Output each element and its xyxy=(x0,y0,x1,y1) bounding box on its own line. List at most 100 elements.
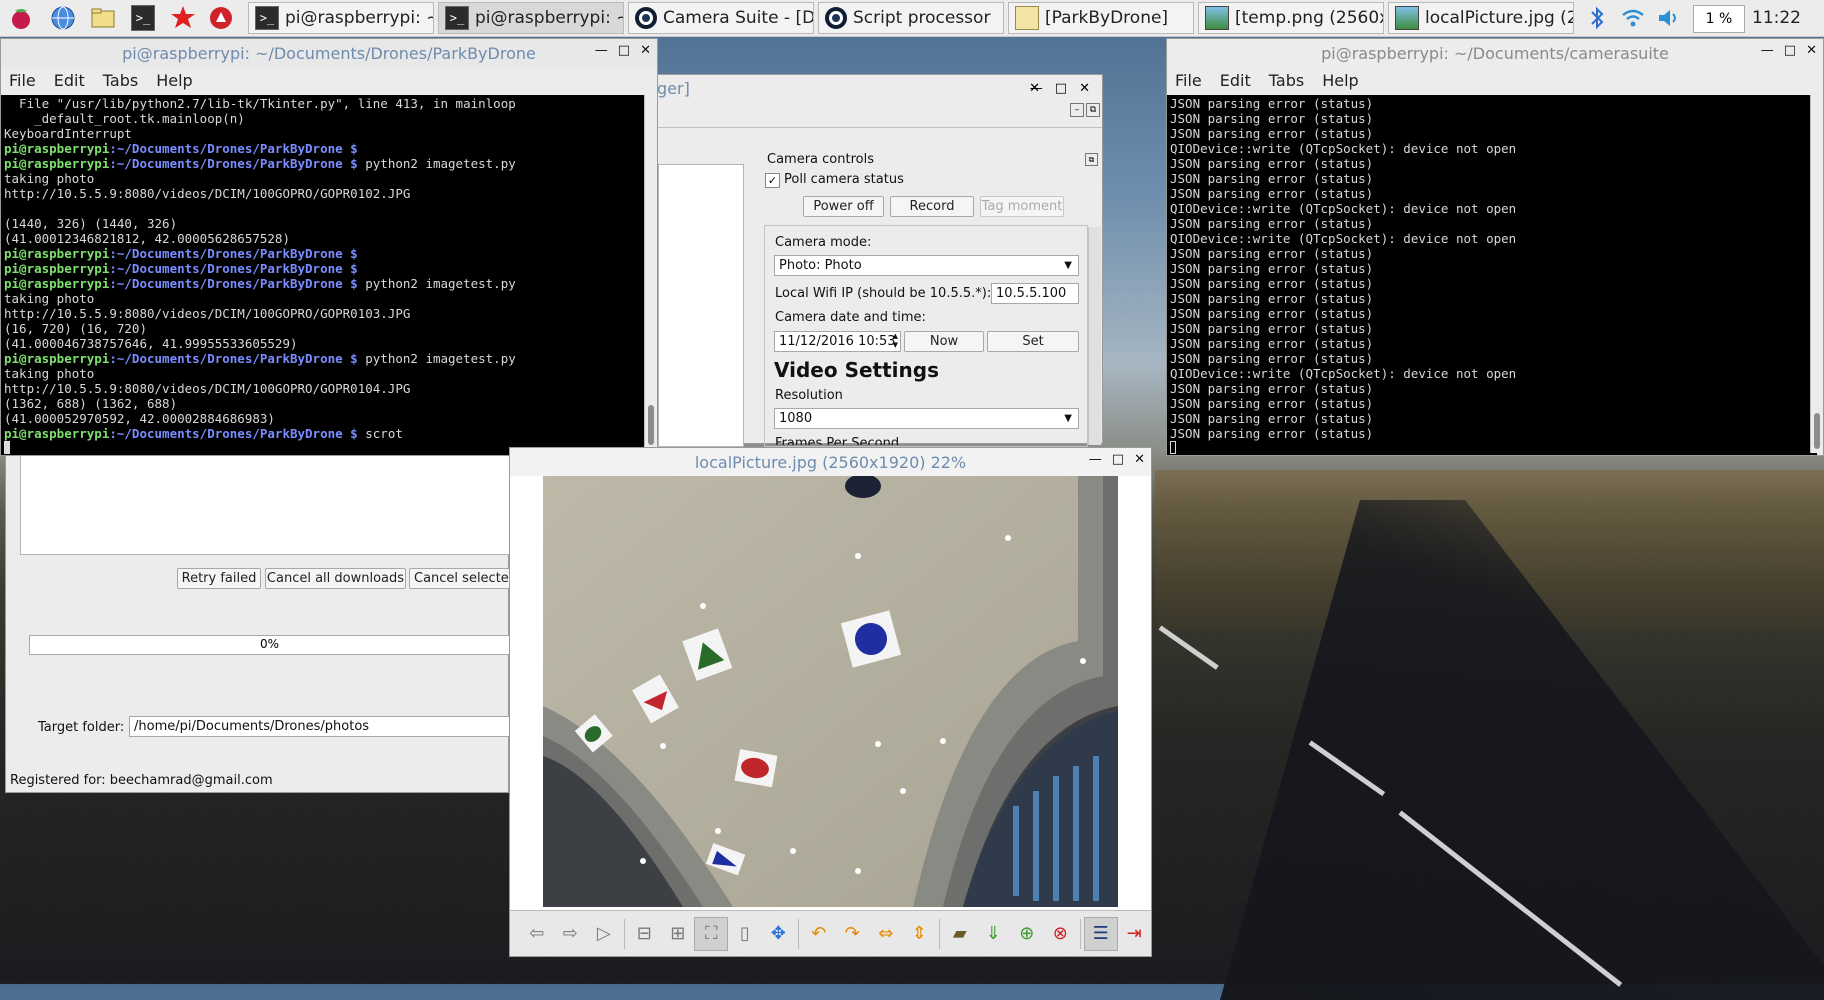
download-list[interactable] xyxy=(20,441,512,555)
resolution-select[interactable]: 1080 ▼ xyxy=(774,408,1079,429)
camera-suite-icon xyxy=(825,7,847,29)
camera-mode-value: Photo: Photo xyxy=(779,258,862,273)
task-label: pi@raspberrypi: ~/... xyxy=(285,8,433,28)
target-folder-input[interactable]: /home/pi/Documents/Drones/photos xyxy=(129,716,510,737)
terminal-launcher-icon[interactable]: >_ xyxy=(128,3,158,33)
record-button[interactable]: Record xyxy=(890,196,974,217)
terminal-right-scrollbar[interactable] xyxy=(1810,95,1823,453)
wolfram-icon[interactable] xyxy=(206,3,236,33)
flip-horizontal-icon[interactable]: ⇔ xyxy=(869,917,903,951)
poll-status-checkbox[interactable]: ✓ xyxy=(765,173,780,188)
scroll-thumb[interactable] xyxy=(1814,413,1820,449)
minimize-icon[interactable]: — xyxy=(1030,81,1043,96)
terminal-line: JSON parsing error (status) xyxy=(1170,351,1374,366)
terminal-line: (1440, 326) (1440, 326) xyxy=(4,216,178,231)
retry-failed-button[interactable]: Retry failed xyxy=(177,568,261,589)
prompt-path: :~/Documents/Drones/ParkByDrone $ xyxy=(109,276,358,291)
download-progress-bar: 0% xyxy=(29,635,510,655)
open-icon[interactable]: ▰ xyxy=(943,917,977,951)
undock-icon[interactable]: ⧉ xyxy=(1085,153,1098,166)
fullscreen-icon[interactable]: ✥ xyxy=(762,917,796,951)
command-text: scrot xyxy=(357,426,403,441)
fps-label: Frames Per Second xyxy=(775,436,900,445)
zoom-in-icon[interactable]: ⊞ xyxy=(661,917,695,951)
play-icon[interactable]: ▷ xyxy=(587,917,621,951)
rotate-right-icon[interactable]: ↷ xyxy=(836,917,870,951)
scroll-thumb[interactable] xyxy=(648,405,654,445)
original-size-icon[interactable]: ▯ xyxy=(728,917,762,951)
mdi-minimize-icon[interactable]: – xyxy=(1070,103,1084,117)
power-off-button[interactable]: Power off xyxy=(803,196,884,217)
task-terminal-2[interactable]: >_ pi@raspberrypi: ~/... xyxy=(438,2,624,34)
menu-tabs[interactable]: Tabs xyxy=(1269,71,1304,90)
maximize-icon[interactable]: □ xyxy=(1784,43,1796,58)
close-icon[interactable]: ✕ xyxy=(1134,452,1145,467)
menu-edit[interactable]: Edit xyxy=(54,71,85,90)
tag-moment-button[interactable]: Tag moment xyxy=(980,196,1064,217)
delete-icon[interactable]: ⊗ xyxy=(1043,917,1077,951)
task-folder-parkbydrone[interactable]: [ParkByDrone] xyxy=(1008,2,1194,34)
menu-help[interactable]: Help xyxy=(1322,71,1358,90)
terminal-left-scrollbar[interactable] xyxy=(644,95,657,453)
chevron-down-icon: ▼ xyxy=(1064,260,1072,271)
close-icon[interactable]: ✕ xyxy=(640,43,651,58)
next-icon[interactable]: ⇨ xyxy=(554,917,588,951)
wifi-ip-input[interactable]: 10.5.5.100 xyxy=(991,283,1079,304)
minimize-icon[interactable]: — xyxy=(1761,43,1774,58)
preferences-icon[interactable]: ☰ xyxy=(1083,916,1118,951)
prev-icon[interactable]: ⇦ xyxy=(520,917,554,951)
cpu-monitor[interactable]: 1 % xyxy=(1693,5,1745,33)
maximize-icon[interactable]: □ xyxy=(1055,81,1067,96)
save-icon[interactable]: ⇓ xyxy=(976,917,1010,951)
file-manager-icon[interactable] xyxy=(88,3,118,33)
camera-mode-select[interactable]: Photo: Photo ▼ xyxy=(774,255,1079,276)
window-title: localPicture.jpg (2560x1920) 22% xyxy=(694,452,967,472)
terminal-line: JSON parsing error (status) xyxy=(1170,381,1374,396)
wifi-icon[interactable] xyxy=(1618,3,1648,33)
cancel-selected-button[interactable]: Cancel selected xyxy=(409,568,510,589)
clock[interactable]: 11:22 xyxy=(1752,8,1801,28)
menu-file[interactable]: File xyxy=(1175,71,1202,90)
bluetooth-icon[interactable] xyxy=(1582,3,1612,33)
spin-arrows-icon[interactable]: ▲ ▼ xyxy=(893,332,898,350)
task-temp-png[interactable]: [temp.png (2560x1... xyxy=(1198,2,1384,34)
rotate-left-icon[interactable]: ↶ xyxy=(802,917,836,951)
terminal-right-output[interactable]: JSON parsing error (status) JSON parsing … xyxy=(1167,95,1817,455)
now-button[interactable]: Now xyxy=(904,331,984,352)
terminal-line: JSON parsing error (status) xyxy=(1170,276,1374,291)
fit-icon[interactable]: ⛶ xyxy=(694,916,729,951)
maximize-icon[interactable]: □ xyxy=(618,43,630,58)
task-local-picture[interactable]: localPicture.jpg (25... xyxy=(1388,2,1574,34)
set-button[interactable]: Set xyxy=(987,331,1079,352)
flip-vertical-icon[interactable]: ⇕ xyxy=(903,917,937,951)
minimize-icon[interactable]: — xyxy=(595,43,608,58)
camera-list-panel[interactable] xyxy=(658,164,744,447)
viewer-image[interactable] xyxy=(543,476,1118,907)
web-browser-icon[interactable] xyxy=(48,3,78,33)
close-icon[interactable]: ✕ xyxy=(1079,81,1090,96)
menu-help[interactable]: Help xyxy=(156,71,192,90)
menu-edit[interactable]: Edit xyxy=(1220,71,1251,90)
close-icon[interactable]: ✕ xyxy=(1806,43,1817,58)
save-as-icon[interactable]: ⊕ xyxy=(1010,917,1044,951)
mathematica-icon[interactable] xyxy=(168,3,198,33)
cancel-all-downloads-button[interactable]: Cancel all downloads xyxy=(265,568,406,589)
volume-icon[interactable] xyxy=(1654,3,1684,33)
terminal-left-output[interactable]: File "/usr/lib/python2.7/lib-tk/Tkinter.… xyxy=(1,95,651,455)
task-camera-suite[interactable]: Camera Suite - [Do... xyxy=(628,2,814,34)
download-manager-window: Retry failed Cancel all downloads Cancel… xyxy=(5,440,512,793)
task-script-processor[interactable]: Script processor xyxy=(818,2,1004,34)
camera-datetime-input[interactable]: 11/12/2016 10:53 ▲ ▼ xyxy=(774,331,901,352)
terminal-line: KeyboardInterrupt xyxy=(4,126,132,141)
menu-tabs[interactable]: Tabs xyxy=(103,71,138,90)
task-terminal-1[interactable]: >_ pi@raspberrypi: ~/... xyxy=(248,2,434,34)
raspberry-menu-icon[interactable] xyxy=(6,3,36,33)
prompt-user: pi@raspberrypi xyxy=(4,141,110,156)
minimize-icon[interactable]: — xyxy=(1089,452,1102,467)
settings-scrollbar[interactable] xyxy=(1088,227,1101,445)
menu-file[interactable]: File xyxy=(9,71,36,90)
quit-icon[interactable]: ⇥ xyxy=(1118,917,1152,951)
maximize-icon[interactable]: □ xyxy=(1112,452,1124,467)
mdi-restore-icon[interactable]: ⧉ xyxy=(1086,103,1100,117)
zoom-out-icon[interactable]: ⊟ xyxy=(627,917,661,951)
